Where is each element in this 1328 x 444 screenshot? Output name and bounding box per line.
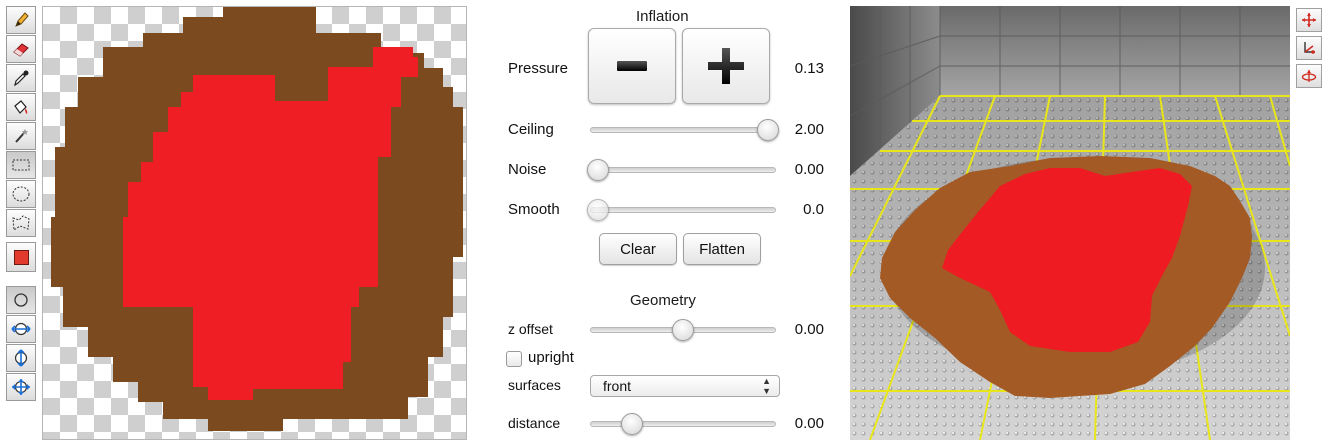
inflation-geometry-panel: Inflation Pressure 0.13 Ceiling 2.00 Noi… [500,0,840,444]
noise-value: 0.00 [794,161,824,178]
pressure-label: Pressure [508,60,569,77]
ellipse-select-icon [12,186,30,202]
3d-viewport[interactable] [850,6,1290,440]
rect-select-icon [12,159,30,171]
decrease-pressure-button[interactable] [588,28,676,104]
noise-label: Noise [508,161,547,178]
z-offset-value: 0.00 [794,321,824,338]
distance-value: 0.00 [794,415,824,432]
eraser-icon [13,43,29,57]
geometry-title: Geometry [630,292,696,309]
surfaces-select[interactable]: front ▲ ▼ [590,375,780,397]
smooth-slider-knob[interactable] [587,199,609,221]
smooth-value: 0.0 [803,201,824,218]
pixel-canvas[interactable] [42,6,467,440]
pencil-icon [15,12,29,27]
brush-circle-button[interactable] [6,286,36,314]
increase-pressure-button[interactable] [682,28,770,104]
brush-arrows-all-icon [12,379,30,395]
upright-checkbox[interactable] [506,351,522,367]
surfaces-label: surfaces [508,377,561,393]
smooth-slider[interactable] [590,207,776,213]
paint-bucket-icon [14,100,28,114]
color-swatch [13,249,29,265]
paint-bucket-tool-button[interactable] [6,93,36,121]
select-arrows-icon: ▲ ▼ [762,376,771,396]
move-arrows-icon [1302,13,1316,27]
smooth-label: Smooth [508,201,560,218]
distance-slider[interactable] [590,421,776,427]
ceiling-value: 2.00 [794,121,824,138]
pressure-value: 0.13 [794,60,824,77]
ceiling-slider[interactable] [590,127,776,133]
noise-slider-knob[interactable] [587,159,609,181]
magic-wand-tool-button[interactable] [6,122,36,150]
eyedropper-tool-button[interactable] [6,64,36,92]
distance-label: distance [508,415,561,431]
ceiling-label: Ceiling [508,121,554,138]
magic-wand-icon [15,129,28,143]
axis-rotate-button[interactable] [1296,36,1322,60]
z-offset-label: z offset [508,321,553,337]
move-view-button[interactable] [1296,8,1322,32]
pixel-drawing [51,7,463,431]
plus-icon [708,48,744,84]
inflation-title: Inflation [636,8,689,25]
lasso-select-icon [12,215,30,231]
noise-slider[interactable] [590,167,776,173]
eraser-tool-button[interactable] [6,35,36,63]
current-color-swatch[interactable] [6,242,36,272]
brush-arrows-v-icon [14,349,28,367]
rect-select-tool-button[interactable] [6,151,36,179]
3d-scene [850,6,1290,440]
orbit-view-button[interactable] [1296,64,1322,88]
brush-arrows-all-button[interactable] [6,373,36,401]
ellipse-select-tool-button[interactable] [6,180,36,208]
axis-rotate-icon [1304,42,1315,54]
upright-label: upright [528,349,574,366]
lasso-select-tool-button[interactable] [6,209,36,237]
clear-button[interactable]: Clear [599,233,677,265]
brush-arrows-h-icon [11,322,31,336]
brush-arrows-v-button[interactable] [6,344,36,372]
minus-icon [617,61,647,71]
eyedropper-icon [14,70,29,87]
surfaces-selected-value: front [603,378,632,394]
distance-slider-knob[interactable] [621,413,643,435]
z-offset-slider-knob[interactable] [672,319,694,341]
flatten-button[interactable]: Flatten [683,233,761,265]
orbit-icon [1301,70,1317,82]
brush-arrows-h-button[interactable] [6,315,36,343]
brush-circle-icon [14,293,28,307]
pencil-tool-button[interactable] [6,6,36,34]
